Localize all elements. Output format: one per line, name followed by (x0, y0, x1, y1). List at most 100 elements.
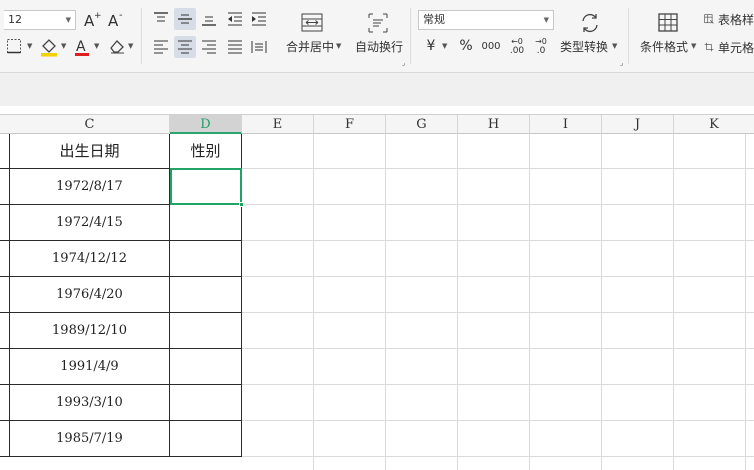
cell-gender-header[interactable]: 性别 (170, 134, 241, 168)
align-center-button[interactable] (174, 36, 196, 58)
merge-cells-icon (301, 13, 323, 32)
cell-button[interactable]: 单元格 (704, 36, 754, 58)
decrease-font-icon: A- (108, 10, 123, 29)
sheet-grid[interactable]: 出生日期 性别 1972/8/17 1972/4/15 1974/12/12 1… (0, 134, 754, 470)
increase-decimal-button[interactable]: ←0 .00 (506, 34, 528, 58)
align-bottom-icon (202, 16, 216, 26)
percent-symbol: % (459, 38, 473, 54)
align-right-button[interactable] (198, 36, 220, 58)
column-header-row: C D E F G H I J K (0, 114, 754, 134)
decrease-indent-button[interactable] (224, 8, 246, 30)
column-header-h[interactable]: H (458, 115, 530, 134)
chevron-down-icon: ▼ (691, 42, 697, 50)
font-color-button[interactable]: A (72, 36, 92, 58)
cell-birthdate-header[interactable]: 出生日期 (10, 134, 169, 168)
chevron-down-icon: ▼ (61, 42, 67, 50)
svg-text:A: A (108, 12, 119, 29)
column-header-j[interactable]: J (602, 115, 674, 134)
separator (141, 8, 142, 64)
align-center-icon (178, 40, 192, 54)
chevron-down-icon: ▼ (336, 42, 342, 50)
inc-decimal-bottom: .00 (509, 45, 525, 56)
increase-font-button[interactable]: A + (82, 8, 102, 30)
align-top-button[interactable] (150, 8, 172, 30)
number-format-value: 常规 (423, 13, 445, 26)
ribbon-toolbar: 12 ▼ A + A- ▼ ▼ A ▼ ▼ 合并居中 ▼ 自动换行 ⌟ 常规 ▼… (0, 0, 754, 72)
font-size-value: 12 (8, 13, 22, 26)
indent-icon (252, 12, 266, 26)
fill-color-button[interactable] (38, 36, 60, 58)
border-button[interactable] (4, 36, 26, 56)
fill-handle[interactable] (239, 202, 244, 207)
cell-gender[interactable] (170, 385, 241, 420)
table-grid-icon (658, 13, 678, 32)
number-format-select[interactable]: 常规 ▼ (418, 10, 554, 30)
type-convert-label: 类型转换 (560, 40, 609, 54)
chevron-down-icon: ▼ (27, 42, 33, 50)
cell-birthdate[interactable]: 1972/8/17 (10, 169, 169, 204)
dialog-launcher-icon: ⌟ (402, 59, 406, 67)
wrap-text-icon (368, 13, 388, 33)
cell-birthdate[interactable]: 1974/12/12 (10, 241, 169, 276)
distributed-align-button[interactable] (248, 36, 270, 58)
svg-text:+: + (94, 11, 102, 21)
cell-gender[interactable] (170, 313, 241, 348)
cell-gender[interactable] (170, 349, 241, 384)
chevron-down-icon: ▼ (612, 42, 618, 50)
fill-bucket-icon (41, 39, 57, 57)
convert-arrows-icon (582, 13, 598, 33)
chevron-down-icon: ▼ (65, 16, 71, 24)
column-header-g[interactable]: G (386, 115, 458, 134)
font-size-select[interactable]: 12 ▼ (4, 10, 76, 30)
cell-birthdate[interactable]: 1993/3/10 (10, 385, 169, 420)
increase-indent-button[interactable] (248, 8, 270, 30)
inc-decimal-top: ←0 (511, 36, 523, 46)
merge-center-label: 合并居中 (286, 40, 335, 54)
percent-button[interactable]: % (455, 36, 477, 56)
column-header-k[interactable]: K (674, 115, 754, 134)
column-header-e[interactable]: E (242, 115, 314, 134)
currency-button[interactable]: ¥ (420, 36, 442, 56)
align-middle-icon (178, 14, 192, 24)
align-right-icon (202, 40, 216, 54)
dialog-launcher-icon: ⌟ (620, 59, 624, 67)
column-header-d[interactable]: D (170, 115, 242, 134)
align-middle-button[interactable] (174, 8, 196, 30)
svg-text:-: - (119, 10, 123, 21)
svg-text:A: A (76, 39, 86, 55)
justify-button[interactable] (224, 36, 246, 58)
separator (410, 8, 411, 64)
cell-gender[interactable] (170, 421, 241, 456)
cell-gender[interactable] (170, 241, 241, 276)
column-header-c[interactable]: C (10, 115, 170, 134)
decrease-font-button[interactable]: A- (106, 8, 126, 30)
cell-birthdate[interactable]: 1976/4/20 (10, 277, 169, 312)
cell-gender[interactable] (170, 277, 241, 312)
thousands-separator-button[interactable]: 000 (480, 36, 502, 56)
font-color-icon: A (75, 39, 89, 56)
cell-birthdate[interactable]: 1991/4/9 (10, 349, 169, 384)
table-style-button[interactable]: 表格样 (704, 8, 754, 30)
align-left-button[interactable] (150, 36, 172, 58)
justify-icon (228, 40, 242, 54)
cell-birthdate[interactable]: 1989/12/10 (10, 313, 169, 348)
chevron-down-icon: ▼ (543, 16, 549, 24)
outdent-icon (228, 12, 242, 26)
chevron-down-icon: ▼ (128, 42, 134, 50)
clear-format-button[interactable] (106, 36, 128, 56)
eraser-icon (110, 40, 124, 54)
chevron-down-icon: ▼ (94, 42, 100, 50)
cell-birthdate[interactable]: 1985/7/19 (10, 421, 169, 456)
cell-birthdate[interactable]: 1972/4/15 (10, 205, 169, 240)
separator (628, 8, 629, 64)
thousands-symbol: 000 (481, 40, 501, 52)
formula-bar[interactable] (0, 72, 754, 106)
border-icon (7, 39, 21, 54)
active-cell-selection[interactable] (170, 168, 242, 205)
cell-gender[interactable] (170, 205, 241, 240)
align-bottom-button[interactable] (198, 8, 220, 30)
conditional-format-label: 条件格式 (640, 40, 689, 54)
decrease-decimal-button[interactable]: →0 .0 (530, 34, 552, 58)
column-header-i[interactable]: I (530, 115, 602, 134)
column-header-f[interactable]: F (314, 115, 386, 134)
